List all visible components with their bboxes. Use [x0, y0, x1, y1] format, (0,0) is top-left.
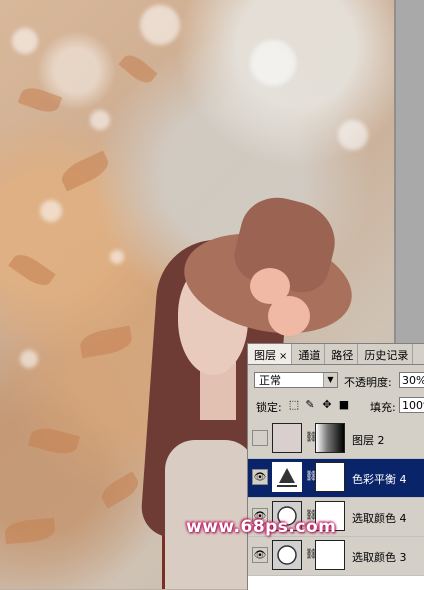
link-icon[interactable]: ⛓ [305, 471, 318, 482]
leaf [97, 471, 143, 509]
layer-name: 色彩平衡 4 [352, 473, 407, 486]
panel-tabs: 图层 × 通道 路径 历史记录 [248, 344, 424, 365]
bokeh-light [338, 120, 368, 150]
layer-thumbnail [272, 423, 302, 453]
opacity-label: 不透明度: [344, 376, 392, 389]
leaf [27, 424, 81, 458]
layer-name: 选取颜色 4 [352, 512, 407, 525]
tab-paths[interactable]: 路径 [325, 344, 359, 364]
bokeh-light [250, 40, 296, 86]
canvas-background [396, 0, 424, 346]
bokeh-light [12, 28, 38, 54]
fill-input[interactable]: 100% [399, 397, 424, 413]
tab-history[interactable]: 历史记录 [358, 344, 414, 364]
blend-row: 正常 ▼ 不透明度: 30% [248, 370, 424, 392]
layer-mask-thumbnail [315, 423, 345, 453]
tab-label: 历史记录 [364, 349, 409, 362]
lock-brush-icon[interactable]: ✎ [304, 399, 316, 411]
fill-label: 填充: [370, 401, 396, 414]
leaf [57, 150, 113, 192]
bokeh-light [90, 110, 110, 130]
bokeh-light [140, 5, 180, 45]
leaf [118, 50, 158, 88]
link-icon[interactable]: ⛓ [305, 549, 318, 560]
layer-name: 图层 2 [352, 434, 385, 447]
layer-mask-thumbnail [315, 462, 345, 492]
bokeh-light [110, 250, 124, 264]
layers-list: ⛓ 图层 2 👁 ⛓ 色彩平衡 4 👁 ⛓ 选取颜色 4 👁 ⛓ 选取颜色 3 [248, 420, 424, 590]
blend-mode-value: 正常 [259, 374, 281, 387]
bokeh-light [40, 200, 62, 222]
layer-mask-thumbnail [315, 540, 345, 570]
layer-row-selective-color-3[interactable]: 👁 ⛓ 选取颜色 3 [248, 537, 424, 576]
selective-color-icon [272, 540, 302, 570]
leaf [78, 325, 134, 359]
lock-label: 锁定: [256, 401, 282, 414]
eye-icon[interactable]: 👁 [252, 547, 268, 563]
eye-icon[interactable]: 👁 [252, 469, 268, 485]
tab-channels[interactable]: 通道 [292, 344, 326, 364]
hat-flower [268, 296, 310, 336]
layer-name: 选取颜色 3 [352, 551, 407, 564]
layers-panel: 图层× 通道 路径 历史记录 正常 ▼ 不透明度: 30% 锁定: ⬚ ✎ ✥ … [247, 343, 424, 590]
chevron-down-icon[interactable]: ▼ [323, 373, 337, 387]
visibility-toggle[interactable] [252, 430, 268, 446]
watermark: www.68ps.com [186, 517, 337, 537]
link-icon[interactable]: ⛓ [305, 432, 318, 443]
close-icon[interactable]: × [279, 351, 287, 362]
lock-move-icon[interactable]: ✥ [321, 399, 333, 411]
layer-row-layer-2[interactable]: ⛓ 图层 2 [248, 420, 424, 459]
lock-transparency-icon[interactable]: ⬚ [288, 399, 300, 411]
tab-layers[interactable]: 图层 × [248, 344, 293, 364]
leaf [17, 83, 63, 117]
tab-label: 通道 [298, 349, 321, 362]
lock-row: 锁定: ⬚ ✎ ✥ ■ 填充: 100% [248, 396, 424, 416]
tab-label: 图层 [254, 349, 276, 362]
dress [165, 440, 255, 589]
color-balance-icon [272, 462, 302, 492]
selective-color-glyph [277, 545, 297, 565]
leaf [8, 249, 56, 291]
lock-all-icon[interactable]: ■ [338, 399, 350, 411]
layer-row-color-balance-4[interactable]: 👁 ⛓ 色彩平衡 4 [248, 459, 424, 498]
blend-mode-select[interactable]: 正常 ▼ [254, 372, 338, 388]
bokeh-light [20, 350, 38, 368]
tab-label: 路径 [331, 349, 354, 362]
scale-icon [277, 468, 297, 487]
opacity-input[interactable]: 30% [399, 372, 424, 388]
leaf [4, 517, 56, 545]
